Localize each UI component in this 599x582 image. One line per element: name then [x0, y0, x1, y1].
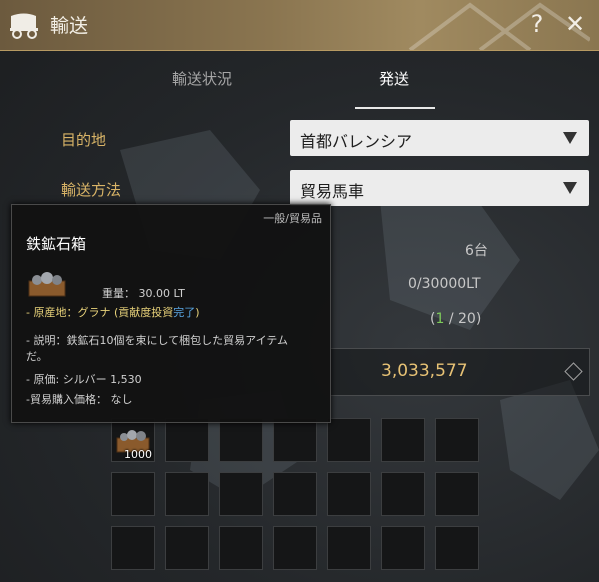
tooltip-category: 一般/貿易品	[263, 212, 322, 225]
inventory-slot[interactable]	[435, 418, 479, 462]
inventory-slot[interactable]	[219, 418, 263, 462]
method-label: 輸送方法	[61, 181, 122, 199]
slot-count-total: 20	[458, 311, 476, 327]
inventory-slot[interactable]	[435, 472, 479, 516]
inventory-slot[interactable]	[273, 418, 317, 462]
tooltip-description-2: だ。	[26, 350, 48, 363]
title-bar: 輸送 ? ✕	[0, 0, 599, 51]
capacity-value: 0/30000LT	[408, 276, 481, 292]
chevron-down-icon	[563, 182, 577, 194]
window-title: 輸送	[50, 15, 89, 37]
inventory-slot[interactable]	[165, 418, 209, 462]
inventory-slot[interactable]	[273, 526, 317, 570]
available-wagons-value: 6台	[465, 243, 488, 259]
slot-count-sep: /	[444, 311, 459, 327]
tooltip-origin-mid: 貢献度投資	[118, 306, 174, 319]
tooltip-origin-prefix: - 原産地：グラナ (	[26, 306, 119, 319]
inventory-slot[interactable]	[273, 472, 317, 516]
inventory-slot[interactable]	[327, 526, 371, 570]
slot-count: (1 / 20)	[430, 311, 481, 327]
inventory-slot[interactable]	[435, 526, 479, 570]
tooltip-origin: - 原産地：グラナ (貢献度投資完了)	[26, 304, 200, 320]
tooltip-item-name: 鉄鉱石箱	[26, 235, 87, 253]
chevron-down-icon	[563, 132, 577, 144]
item-tooltip: 一般/貿易品 鉄鉱石箱 重量： 30.00 LT - 原産地：グラナ (貢献度投…	[11, 204, 331, 423]
method-select[interactable]: 貿易馬車	[290, 170, 589, 206]
inventory-slot[interactable]	[381, 472, 425, 516]
inventory-slot[interactable]: 1000	[111, 418, 155, 462]
tooltip-price: - 原価: シルバー 1,530	[26, 373, 142, 386]
tooltip-buy-price: -貿易購入価格： なし	[26, 393, 133, 406]
inventory-slot[interactable]	[219, 526, 263, 570]
title-bar-ornament	[408, 2, 590, 50]
inventory-slot[interactable]	[381, 418, 425, 462]
wagon-icon	[10, 13, 38, 39]
slot-count-close: )	[475, 311, 482, 327]
inventory-slot[interactable]	[327, 418, 371, 462]
destination-select[interactable]: 首都バレンシア	[290, 120, 589, 156]
item-quantity: 1000	[124, 448, 152, 461]
tooltip-origin-suffix: )	[195, 306, 200, 319]
tooltip-origin-done: 完了	[173, 306, 196, 319]
silver-diamond-icon	[564, 362, 583, 381]
silver-display: 3,033,577	[330, 348, 590, 396]
method-value: 貿易馬車	[300, 182, 365, 201]
tooltip-description-1: - 説明：鉄鉱石10個を束にして梱包した貿易アイテム	[26, 334, 289, 347]
inventory-slot[interactable]	[381, 526, 425, 570]
tab-bar: 輸送状況 発送	[0, 50, 599, 110]
iron-ore-box-icon	[28, 272, 66, 297]
inventory-slot[interactable]	[111, 526, 155, 570]
close-button[interactable]: ✕	[562, 10, 588, 38]
help-button[interactable]: ?	[526, 10, 548, 38]
inventory-slot[interactable]	[165, 472, 209, 516]
tab-transport-status[interactable]: 輸送状況	[172, 68, 232, 89]
inventory-slot[interactable]	[111, 472, 155, 516]
destination-label: 目的地	[61, 131, 107, 149]
inventory-slot[interactable]	[219, 472, 263, 516]
tab-send[interactable]: 発送	[379, 68, 409, 89]
inventory-slot[interactable]	[327, 472, 371, 516]
transport-window: 輸送 ? ✕ 輸送状況 発送 目的地 首都バレンシア 輸送方法 貿易馬車 6台 …	[0, 0, 599, 582]
inventory-slot[interactable]	[165, 526, 209, 570]
silver-amount: 3,033,577	[381, 361, 468, 381]
tooltip-weight: 重量： 30.00 LT	[102, 287, 185, 300]
active-tab-indicator	[355, 107, 435, 109]
destination-value: 首都バレンシア	[300, 132, 413, 151]
